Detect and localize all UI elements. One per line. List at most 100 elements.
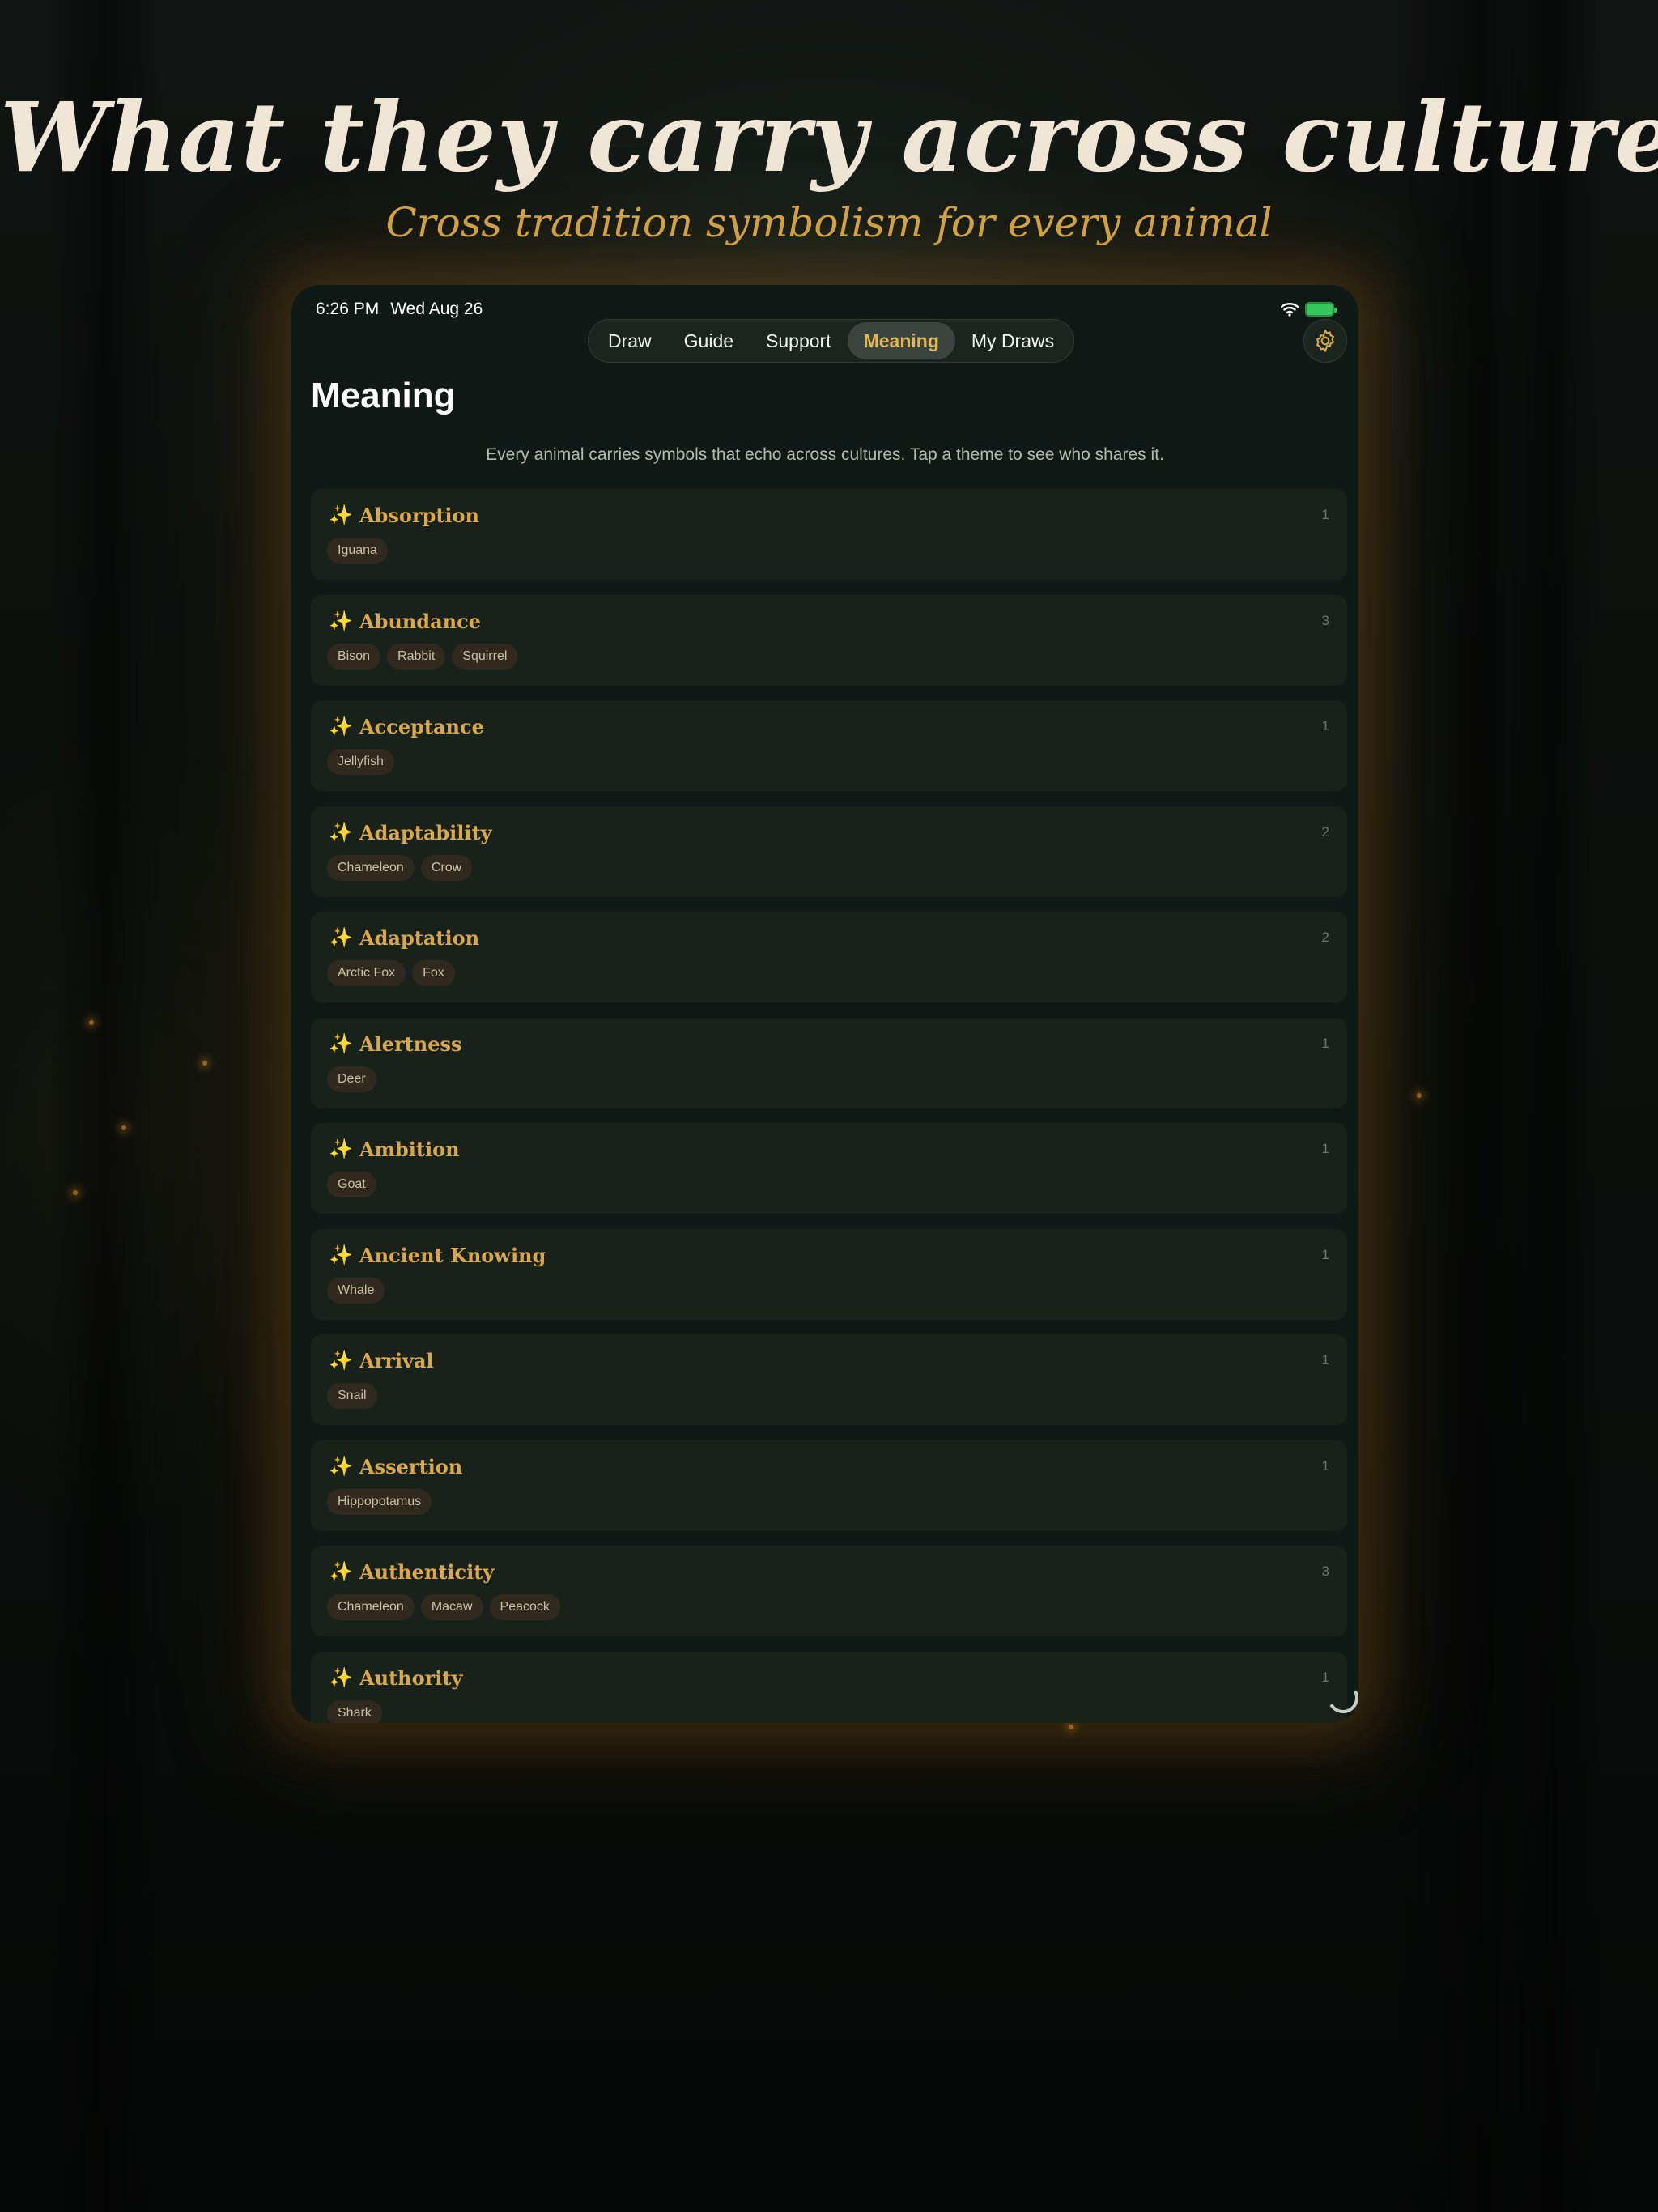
tab-meaning[interactable]: Meaning — [847, 322, 955, 359]
theme-card[interactable]: ✨ Alertness 1 Deer — [311, 1017, 1347, 1108]
theme-name: Assertion — [359, 1454, 463, 1478]
theme-count: 1 — [1321, 1035, 1329, 1051]
theme-count: 2 — [1321, 929, 1329, 945]
theme-count: 3 — [1321, 1563, 1329, 1579]
theme-card[interactable]: ✨ Absorption 1 Iguana — [311, 489, 1347, 580]
theme-count: 1 — [1321, 1669, 1329, 1685]
theme-count: 2 — [1321, 823, 1329, 840]
animal-chip[interactable]: Snail — [327, 1383, 377, 1409]
theme-list: ✨ Absorption 1 Iguana ✨ Abundance 3 Biso… — [311, 489, 1347, 1723]
settings-button[interactable] — [1303, 319, 1347, 363]
theme-name: Authority — [359, 1665, 463, 1690]
sparkles-icon: ✨ — [329, 1032, 353, 1055]
animal-chip[interactable]: Macaw — [420, 1594, 483, 1620]
theme-count: 1 — [1321, 1457, 1329, 1474]
animal-chips: Whale — [327, 1277, 385, 1304]
animal-chip[interactable]: Squirrel — [452, 643, 518, 670]
tree-trunk — [1506, 0, 1603, 2212]
animal-chip[interactable]: Goat — [327, 1172, 376, 1197]
animal-chip[interactable]: Fox — [412, 960, 455, 986]
animal-chips: Hippopotamus — [327, 1488, 432, 1515]
theme-card[interactable]: ✨ Acceptance 1 Jellyfish — [311, 700, 1347, 791]
animal-chips: Bison Rabbit Squirrel — [327, 643, 518, 670]
sparkles-icon: ✨ — [329, 927, 353, 949]
tab-my-draws[interactable]: My Draws — [955, 322, 1070, 359]
firefly — [1417, 1093, 1422, 1098]
banner-subheadline: Cross tradition symbolism for every anim… — [385, 199, 1273, 246]
theme-card[interactable]: ✨ Assertion 1 Hippopotamus — [311, 1440, 1347, 1531]
tab-support[interactable]: Support — [750, 322, 848, 359]
animal-chip[interactable]: Chameleon — [327, 1594, 414, 1620]
animal-chip[interactable]: Arctic Fox — [327, 960, 406, 986]
tab-bar: Draw Guide Support Meaning My Draws — [588, 319, 1075, 363]
firefly — [73, 1190, 78, 1195]
theme-count: 1 — [1321, 507, 1329, 522]
tablet-screen: 6:26 PM Wed Aug 26 Draw Guide Support Me… — [291, 285, 1358, 1723]
animal-chip[interactable]: Peacock — [489, 1594, 560, 1620]
animal-chips: Deer — [327, 1066, 376, 1092]
tree-trunk — [49, 0, 162, 2212]
animal-chip[interactable]: Chameleon — [327, 854, 414, 881]
theme-name: Abundance — [359, 609, 481, 633]
sparkles-icon: ✨ — [329, 821, 353, 844]
page-title: Meaning — [311, 376, 456, 415]
theme-card[interactable]: ✨ Authenticity 3 Chameleon Macaw Peacock — [311, 1546, 1347, 1636]
sparkles-icon: ✨ — [329, 1666, 353, 1689]
theme-card[interactable]: ✨ Ancient Knowing 1 Whale — [311, 1228, 1347, 1320]
banner-headline: What they carry across cultures — [0, 81, 1658, 194]
animal-chips: Arctic Fox Fox — [327, 960, 455, 986]
firefly — [121, 1125, 126, 1130]
page-intro: Every animal carries symbols that echo a… — [486, 445, 1164, 464]
theme-name: Adaptation — [359, 926, 480, 950]
sparkles-icon: ✨ — [329, 1561, 353, 1583]
animal-chips: Chameleon Crow — [327, 854, 473, 881]
wifi-icon — [1281, 303, 1299, 317]
animal-chip[interactable]: Bison — [327, 643, 381, 670]
gear-icon — [1316, 330, 1334, 352]
theme-count: 1 — [1321, 1246, 1329, 1262]
theme-card[interactable]: ✨ Arrival 1 Snail — [311, 1334, 1347, 1425]
animal-chip[interactable]: Jellyfish — [327, 749, 394, 775]
theme-count: 3 — [1321, 612, 1329, 628]
theme-name: Absorption — [359, 504, 480, 527]
theme-name: Adaptability — [359, 820, 492, 844]
firefly — [202, 1061, 207, 1066]
battery-charging-icon — [1305, 302, 1337, 317]
status-date: Wed Aug 26 — [390, 300, 483, 318]
sparkles-icon: ✨ — [329, 1138, 353, 1160]
animal-chip[interactable]: Deer — [327, 1066, 376, 1092]
animal-chip[interactable]: Rabbit — [387, 643, 446, 670]
theme-name: Acceptance — [359, 715, 484, 738]
theme-card[interactable]: ✨ Abundance 3 Bison Rabbit Squirrel — [311, 594, 1347, 686]
theme-card[interactable]: ✨ Ambition 1 Goat — [311, 1123, 1347, 1214]
sparkles-icon: ✨ — [329, 1244, 353, 1266]
animal-chip[interactable]: Iguana — [327, 538, 388, 564]
theme-name: Ambition — [359, 1138, 460, 1161]
firefly — [89, 1020, 94, 1025]
animal-chip[interactable]: Crow — [420, 854, 473, 881]
theme-count: 1 — [1321, 718, 1329, 734]
tab-draw[interactable]: Draw — [592, 322, 668, 359]
animal-chips: Chameleon Macaw Peacock — [327, 1594, 560, 1620]
theme-card[interactable]: ✨ Adaptation 2 Arctic Fox Fox — [311, 912, 1347, 1002]
theme-card[interactable]: ✨ Adaptability 2 Chameleon Crow — [311, 806, 1347, 897]
animal-chip[interactable]: Shark — [327, 1699, 382, 1723]
animal-chip[interactable]: Hippopotamus — [327, 1488, 432, 1515]
animal-chips: Snail — [327, 1383, 377, 1409]
sparkles-icon: ✨ — [329, 610, 353, 632]
theme-name: Authenticity — [359, 1560, 495, 1584]
sparkles-icon: ✨ — [329, 716, 353, 738]
animal-chips: Jellyfish — [327, 749, 394, 775]
theme-name: Alertness — [359, 1032, 462, 1056]
theme-name: Ancient Knowing — [359, 1243, 546, 1267]
animal-chips: Iguana — [327, 538, 388, 564]
status-icons — [1281, 302, 1337, 317]
sparkles-icon: ✨ — [329, 504, 353, 526]
sparkles-icon: ✨ — [329, 1350, 353, 1372]
tab-guide[interactable]: Guide — [668, 322, 750, 359]
theme-count: 1 — [1321, 1141, 1329, 1156]
firefly — [1069, 1725, 1073, 1729]
animal-chip[interactable]: Whale — [327, 1277, 385, 1304]
theme-card[interactable]: ✨ Authority 1 Shark — [311, 1651, 1347, 1723]
animal-chips: Goat — [327, 1172, 376, 1197]
